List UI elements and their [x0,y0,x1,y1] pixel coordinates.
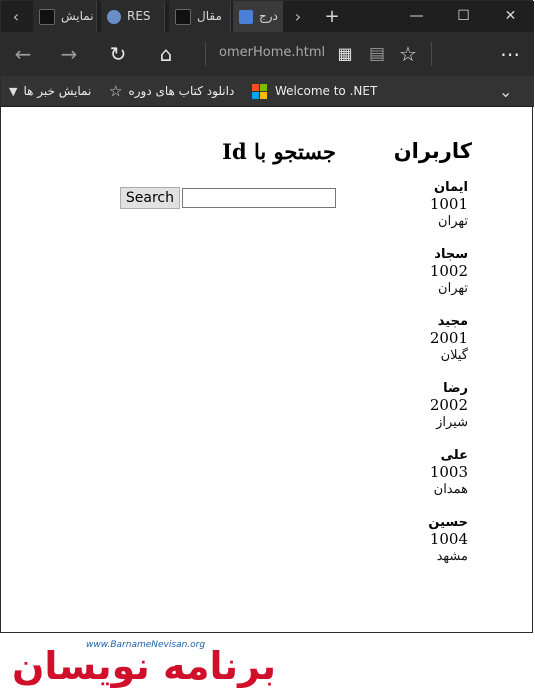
tab-3[interactable]: مقال [169,1,231,32]
address-bar[interactable]: omerHome.html [219,45,325,60]
user-name: سجاد [434,247,468,262]
tab-label: RES [127,9,151,23]
user-name: علی [440,448,468,463]
user-id: 2002 [429,396,468,414]
favorite-label: Welcome to .NET [275,84,378,98]
extension-icon[interactable]: ▦ [331,40,359,68]
users-title: کاربران [393,139,472,163]
user-name: مجید [437,314,468,329]
microsoft-logo-icon [252,84,267,99]
back-icon[interactable]: ← [9,40,37,68]
tab-scroll-right-icon[interactable]: › [283,1,313,32]
tab-strip: ‹ نمایش RES مقال درج › + — ☐ ✕ [1,1,534,32]
address-toolbar: ← → ↻ ⌂ omerHome.html ▦ ▤ ☆ ⋯ [1,32,534,76]
search-section: جستجو با Id Search [119,139,336,209]
favorite-dotnet[interactable]: Welcome to .NET [252,76,377,107]
vs-icon [175,8,191,25]
search-title: جستجو با Id [222,139,336,164]
user-list: ایمان 1001 تهران سجاد 1002 تهران مجید 20… [394,179,472,565]
user-city: مشهد [436,549,468,564]
user-id: 1004 [429,530,468,548]
site-logo: www.BarnameNevisan.org برنامه نویسان [12,636,362,688]
search-input[interactable] [182,188,336,208]
favorite-star-icon[interactable]: ☆ [394,40,422,68]
user-city: تهران [438,214,468,229]
toolbar-divider [205,42,206,66]
favorite-news[interactable]: ▼ نمایش خبر ها [9,76,91,107]
more-menu-icon[interactable]: ⋯ [496,40,524,68]
favorites-bar: ▼ نمایش خبر ها ☆ دانلود کتاب های دوره Welc… [1,76,534,107]
user-id: 1002 [429,262,468,280]
tab-label: مقال [197,9,222,23]
user-name: حسین [428,515,468,530]
logo-text: برنامه نویسان [12,644,276,688]
close-window-button[interactable]: ✕ [487,1,534,32]
maximize-button[interactable]: ☐ [440,1,487,32]
reading-view-icon[interactable]: ▤ [363,40,391,68]
user-city: همدان [433,482,468,497]
tab-2[interactable]: RES [101,1,165,32]
tab-label: درج [259,9,278,23]
logo-wordmark: برنامه نویسان [12,644,276,688]
vs-icon [39,8,55,25]
user-city: گیلان [440,348,468,363]
browser-window: ‹ نمایش RES مقال درج › + — ☐ ✕ ← → ↻ ⌂ o… [0,0,534,633]
user-city: تهران [438,281,468,296]
toolbar-divider [431,42,432,66]
favorite-label: نمایش خبر ها [23,84,92,98]
user-name: رضا [443,381,468,396]
tab-label: نمایش [61,9,94,23]
user-item: علی 1003 همدان [394,447,472,498]
favorites-expand-icon[interactable]: ⌄ [499,76,512,107]
vs-icon: ▼ [9,85,18,98]
user-item: مجید 2001 گیلان [394,313,472,364]
favorite-label: دانلود کتاب های دوره [128,84,235,98]
new-tab-button[interactable]: + [317,1,347,32]
user-id: 2001 [429,329,468,347]
user-id: 1003 [429,463,468,481]
minimize-button[interactable]: — [393,1,440,32]
user-name: ایمان [433,180,468,195]
tab-4[interactable]: درج [233,1,283,32]
user-item: سجاد 1002 تهران [394,246,472,297]
user-item: رضا 2002 شیراز [394,380,472,431]
page-content: کاربران ایمان 1001 تهران سجاد 1002 تهران… [1,107,532,632]
users-section: کاربران ایمان 1001 تهران سجاد 1002 تهران… [394,139,472,581]
favorite-books[interactable]: ☆ دانلود کتاب های دوره [109,76,234,107]
user-item: ایمان 1001 تهران [394,179,472,230]
tab-1[interactable]: نمایش [33,1,97,32]
forward-icon[interactable]: → [55,40,83,68]
user-id: 1001 [429,195,468,213]
translate-icon [239,9,253,24]
search-button[interactable]: Search [119,187,180,209]
search-row: Search [119,187,336,209]
user-item: حسین 1004 مشهد [394,514,472,565]
refresh-icon[interactable]: ↻ [104,40,132,68]
star-icon: ☆ [109,82,123,100]
cloud-icon [107,9,121,24]
home-icon[interactable]: ⌂ [152,40,180,68]
user-city: شیراز [436,415,468,430]
tab-scroll-left-icon[interactable]: ‹ [1,1,31,32]
